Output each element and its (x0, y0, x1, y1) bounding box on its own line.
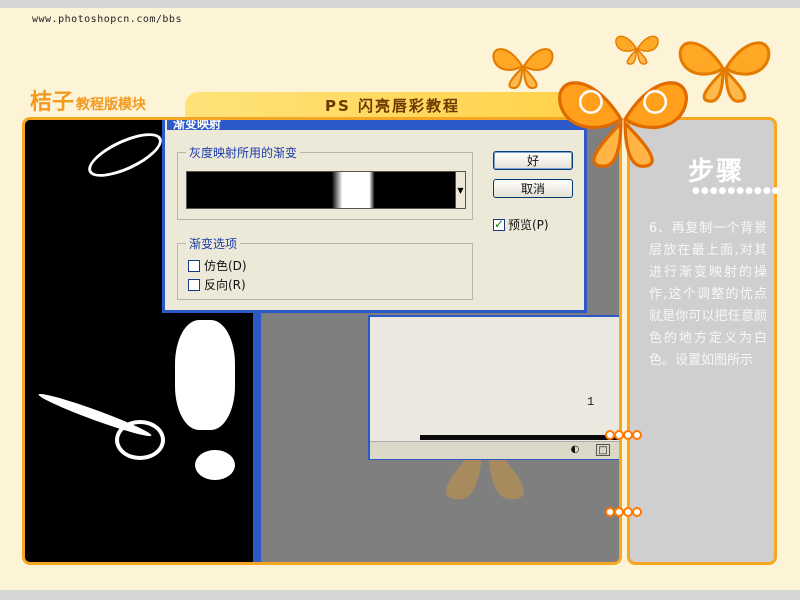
binder-rings (605, 507, 642, 517)
panel-toolbar: ◐ □ (370, 441, 619, 459)
lip-highlight (82, 124, 168, 186)
window-border (253, 310, 261, 562)
new-layer-icon[interactable]: □ (596, 444, 610, 456)
butterfly-icon (558, 81, 688, 168)
lip-highlight (175, 320, 235, 430)
binder-rings (605, 430, 642, 440)
gradient-group-label: 灰度映射所用的渐变 (186, 144, 301, 161)
logo-sub: 教程版模块 (76, 97, 147, 113)
dither-label: 仿色(D) (204, 259, 247, 273)
logo-main: 桔子 (30, 90, 75, 115)
gradient-preview[interactable] (186, 171, 456, 209)
tutorial-title-bar: PS 闪亮唇彩教程 (185, 92, 580, 118)
dropdown-arrow-icon[interactable]: ▼ (456, 171, 466, 209)
tutorial-title: PS 闪亮唇彩教程 (324, 96, 461, 115)
dither-option[interactable]: 仿色(D) (188, 257, 247, 274)
lip-highlight (195, 450, 235, 480)
step-description: 6、再复制一个背景层放在最上面,对其进行渐变映射的操作,这个调整的优点就是你可以… (649, 221, 767, 368)
gradient-options-group: 渐变选项 仿色(D) 反向(R) (177, 235, 473, 300)
site-logo[interactable]: 桔子 教程版模块 (30, 84, 146, 116)
layers-panel: 1 ◐ □ (368, 315, 619, 460)
layer-thumbnail-strip (420, 435, 619, 440)
dither-checkbox[interactable] (188, 259, 200, 272)
adjustment-icon[interactable]: ◐ (568, 444, 582, 456)
top-stripe (0, 0, 800, 8)
ring-icon (632, 507, 642, 517)
site-url[interactable]: www.photoshopcn.com/bbs (32, 14, 182, 25)
ring-icon (632, 430, 642, 440)
value-fragment: 1 (587, 395, 595, 409)
gradient-group: 灰度映射所用的渐变 ▼ (177, 144, 473, 220)
lip-highlight (115, 420, 165, 460)
gradient-map-dialog: 渐变映射 灰度映射所用的渐变 ▼ 渐变选项 仿色(D) 反向(R) 好 取消 预… (162, 117, 587, 313)
preview-option[interactable]: 预览(P) (493, 216, 549, 233)
bottom-stripe (0, 590, 800, 600)
reverse-label: 反向(R) (204, 278, 246, 292)
gradient-options-label: 渐变选项 (186, 235, 241, 252)
screenshot-frame: 1 ◐ □ 渐变映射 灰度映射所用的渐变 ▼ 渐变选项 仿色(D) 反向(R) (22, 117, 622, 565)
reverse-option[interactable]: 反向(R) (188, 276, 246, 293)
reverse-checkbox[interactable] (188, 278, 200, 291)
heading-dots: ●●●●●●●●●● (692, 186, 781, 196)
preview-checkbox[interactable] (493, 217, 505, 231)
dialog-titlebar[interactable]: 渐变映射 (167, 117, 586, 131)
dialog-title: 渐变映射 (173, 117, 222, 131)
preview-label: 预览(P) (508, 218, 549, 232)
